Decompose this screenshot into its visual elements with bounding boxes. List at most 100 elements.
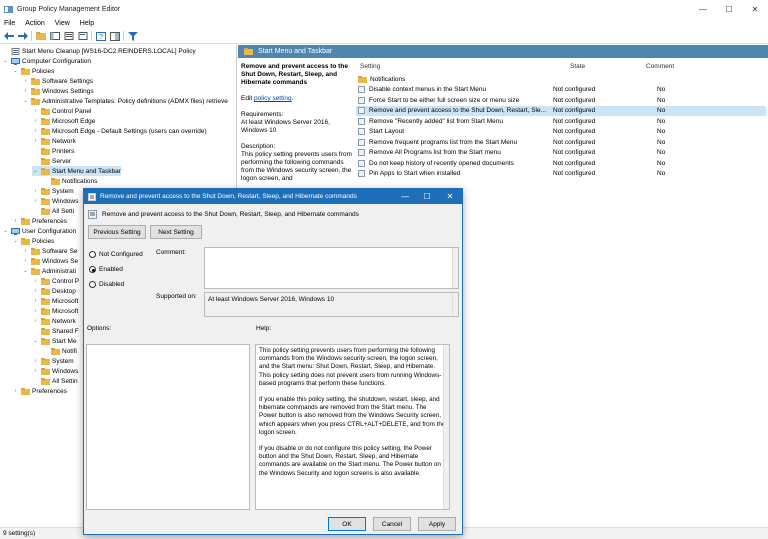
tree-node[interactable]: ⌄ Policies [12, 66, 54, 76]
edit-policy-link[interactable]: policy setting [254, 95, 292, 102]
tree-node[interactable]: Printers [32, 146, 74, 156]
expand-chevron-icon[interactable]: › [22, 258, 29, 264]
close-button[interactable]: ✕ [742, 0, 768, 18]
tree-node[interactable]: › Network [32, 136, 76, 146]
expand-chevron-icon[interactable]: › [12, 218, 19, 224]
setting-row[interactable]: Do not keep history of recently opened d… [356, 158, 766, 169]
expand-chevron-icon[interactable]: › [32, 188, 39, 194]
setting-row[interactable]: Pin Apps to Start when installed Not conf… [356, 169, 766, 180]
expand-chevron-icon[interactable]: › [12, 388, 19, 394]
setting-row[interactable]: Disable context menus in the Start Menu N… [356, 85, 766, 96]
expand-chevron-icon[interactable]: › [32, 278, 39, 284]
collapse-chevron-icon[interactable]: ⌄ [32, 168, 39, 174]
radio-enabled[interactable]: Enabled [89, 266, 123, 273]
forward-arrow-icon[interactable] [17, 31, 28, 42]
tree-node[interactable]: ⌄ Start Me [32, 336, 77, 346]
expand-chevron-icon[interactable]: › [32, 308, 39, 314]
radio-disabled[interactable]: Disabled [89, 281, 124, 288]
maximize-button[interactable]: ☐ [716, 0, 742, 18]
tree-node[interactable]: › Microsoft Edge - Default Settings (user… [32, 126, 207, 136]
expand-chevron-icon[interactable]: › [32, 298, 39, 304]
tree-node[interactable]: ⌄ User Configuration [2, 226, 76, 236]
tree-node[interactable]: Start Menu Cleanup [WS16-DC2.REINDERS.LO… [2, 46, 196, 56]
tree-node[interactable]: › Preferences [12, 386, 67, 396]
supported-scrollbar[interactable] [452, 293, 458, 316]
menu-action[interactable]: Action [25, 20, 44, 27]
expand-chevron-icon[interactable]: › [32, 118, 39, 124]
tree-node[interactable]: › Windows [32, 366, 78, 376]
tree-node[interactable]: All Setti [32, 206, 74, 216]
menu-view[interactable]: View [55, 20, 70, 27]
tree-node[interactable]: › System [32, 356, 74, 366]
tree-node[interactable]: Notifi [42, 346, 77, 356]
tree-node[interactable]: Shared F [32, 326, 79, 336]
show-hide-tree-icon[interactable] [49, 31, 60, 42]
tree-node[interactable]: ⌄ Administrati [22, 266, 76, 276]
tree-node[interactable]: › Software Se [22, 246, 77, 256]
list-folder-item[interactable]: Notifications [356, 74, 766, 85]
properties-icon[interactable] [63, 31, 74, 42]
expand-chevron-icon[interactable]: › [22, 78, 29, 84]
minimize-button[interactable]: — [690, 0, 716, 18]
ok-button[interactable]: OK [328, 517, 366, 531]
collapse-chevron-icon[interactable]: ⌄ [2, 58, 9, 64]
setting-row[interactable]: Remove and prevent access to the Shut Do… [356, 105, 766, 116]
tree-node[interactable]: ⌄ Policies [12, 236, 54, 246]
tree-node[interactable]: Notifications [42, 176, 97, 186]
tree-node[interactable]: › Windows [32, 196, 78, 206]
tree-node[interactable]: › System [32, 186, 74, 196]
filter-icon[interactable] [127, 31, 138, 42]
expand-chevron-icon[interactable]: › [32, 198, 39, 204]
tree-node[interactable]: Server [32, 156, 71, 166]
tree-node[interactable]: › Windows Se [22, 256, 78, 266]
comment-scrollbar[interactable] [452, 248, 458, 288]
column-comment[interactable]: Comment [646, 63, 674, 73]
expand-chevron-icon[interactable]: › [32, 108, 39, 114]
expand-chevron-icon[interactable]: › [32, 138, 39, 144]
expand-chevron-icon[interactable]: › [32, 368, 39, 374]
tree-node[interactable]: › Preferences [12, 216, 67, 226]
expand-chevron-icon[interactable]: › [22, 88, 29, 94]
collapse-chevron-icon[interactable]: ⌄ [22, 98, 29, 104]
comment-field[interactable] [204, 247, 459, 289]
dialog-minimize-button[interactable]: — [394, 189, 416, 204]
tree-node[interactable]: ⌄ Administrative Templates: Policy defini… [22, 96, 228, 106]
tree-node[interactable]: › Desktop [32, 286, 76, 296]
collapse-chevron-icon[interactable]: ⌄ [2, 228, 9, 234]
show-extended-icon[interactable] [109, 31, 120, 42]
export-list-icon[interactable] [77, 31, 88, 42]
cancel-button[interactable]: Cancel [373, 517, 411, 531]
tree-node[interactable]: › Microsoft [32, 296, 78, 306]
tree-node[interactable]: › Microsoft Edge [32, 116, 95, 126]
tree-node[interactable]: ⌄ Start Menu and Taskbar [32, 166, 121, 176]
column-setting[interactable]: Setting [360, 63, 380, 73]
setting-row[interactable]: Remove All Programs list from the Start … [356, 148, 766, 159]
tree-node[interactable]: › Network [32, 316, 76, 326]
help-scrollbar[interactable] [443, 345, 449, 509]
tree-node[interactable]: › Control P [32, 276, 79, 286]
tree-node[interactable]: › Windows Settings [22, 86, 94, 96]
menu-help[interactable]: Help [80, 20, 94, 27]
back-arrow-icon[interactable] [3, 31, 14, 42]
radio-not-configured[interactable]: Not Configured [89, 251, 143, 258]
column-state[interactable]: State [570, 63, 585, 73]
setting-row[interactable]: Force Start to be either full screen siz… [356, 95, 766, 106]
menu-file[interactable]: File [4, 20, 15, 27]
tree-node[interactable]: All Settin [32, 376, 78, 386]
expand-chevron-icon[interactable]: › [22, 248, 29, 254]
expand-chevron-icon[interactable]: › [32, 318, 39, 324]
setting-row[interactable]: Remove "Recently added" list from Start … [356, 116, 766, 127]
tree-node[interactable]: › Microsoft [32, 306, 78, 316]
dialog-close-button[interactable]: ✕ [439, 189, 461, 204]
up-folder-icon[interactable] [35, 31, 46, 42]
setting-row[interactable]: Remove frequent programs list from the S… [356, 137, 766, 148]
next-setting-button[interactable]: Next Setting [150, 225, 202, 239]
tree-node[interactable]: ⌄ Computer Configuration [2, 56, 91, 66]
collapse-chevron-icon[interactable]: ⌄ [32, 338, 39, 344]
tree-node[interactable]: › Control Panel [32, 106, 91, 116]
help-icon[interactable]: ? [95, 31, 106, 42]
expand-chevron-icon[interactable]: › [32, 288, 39, 294]
collapse-chevron-icon[interactable]: ⌄ [22, 268, 29, 274]
previous-setting-button[interactable]: Previous Setting [88, 225, 146, 239]
apply-button[interactable]: Apply [418, 517, 456, 531]
